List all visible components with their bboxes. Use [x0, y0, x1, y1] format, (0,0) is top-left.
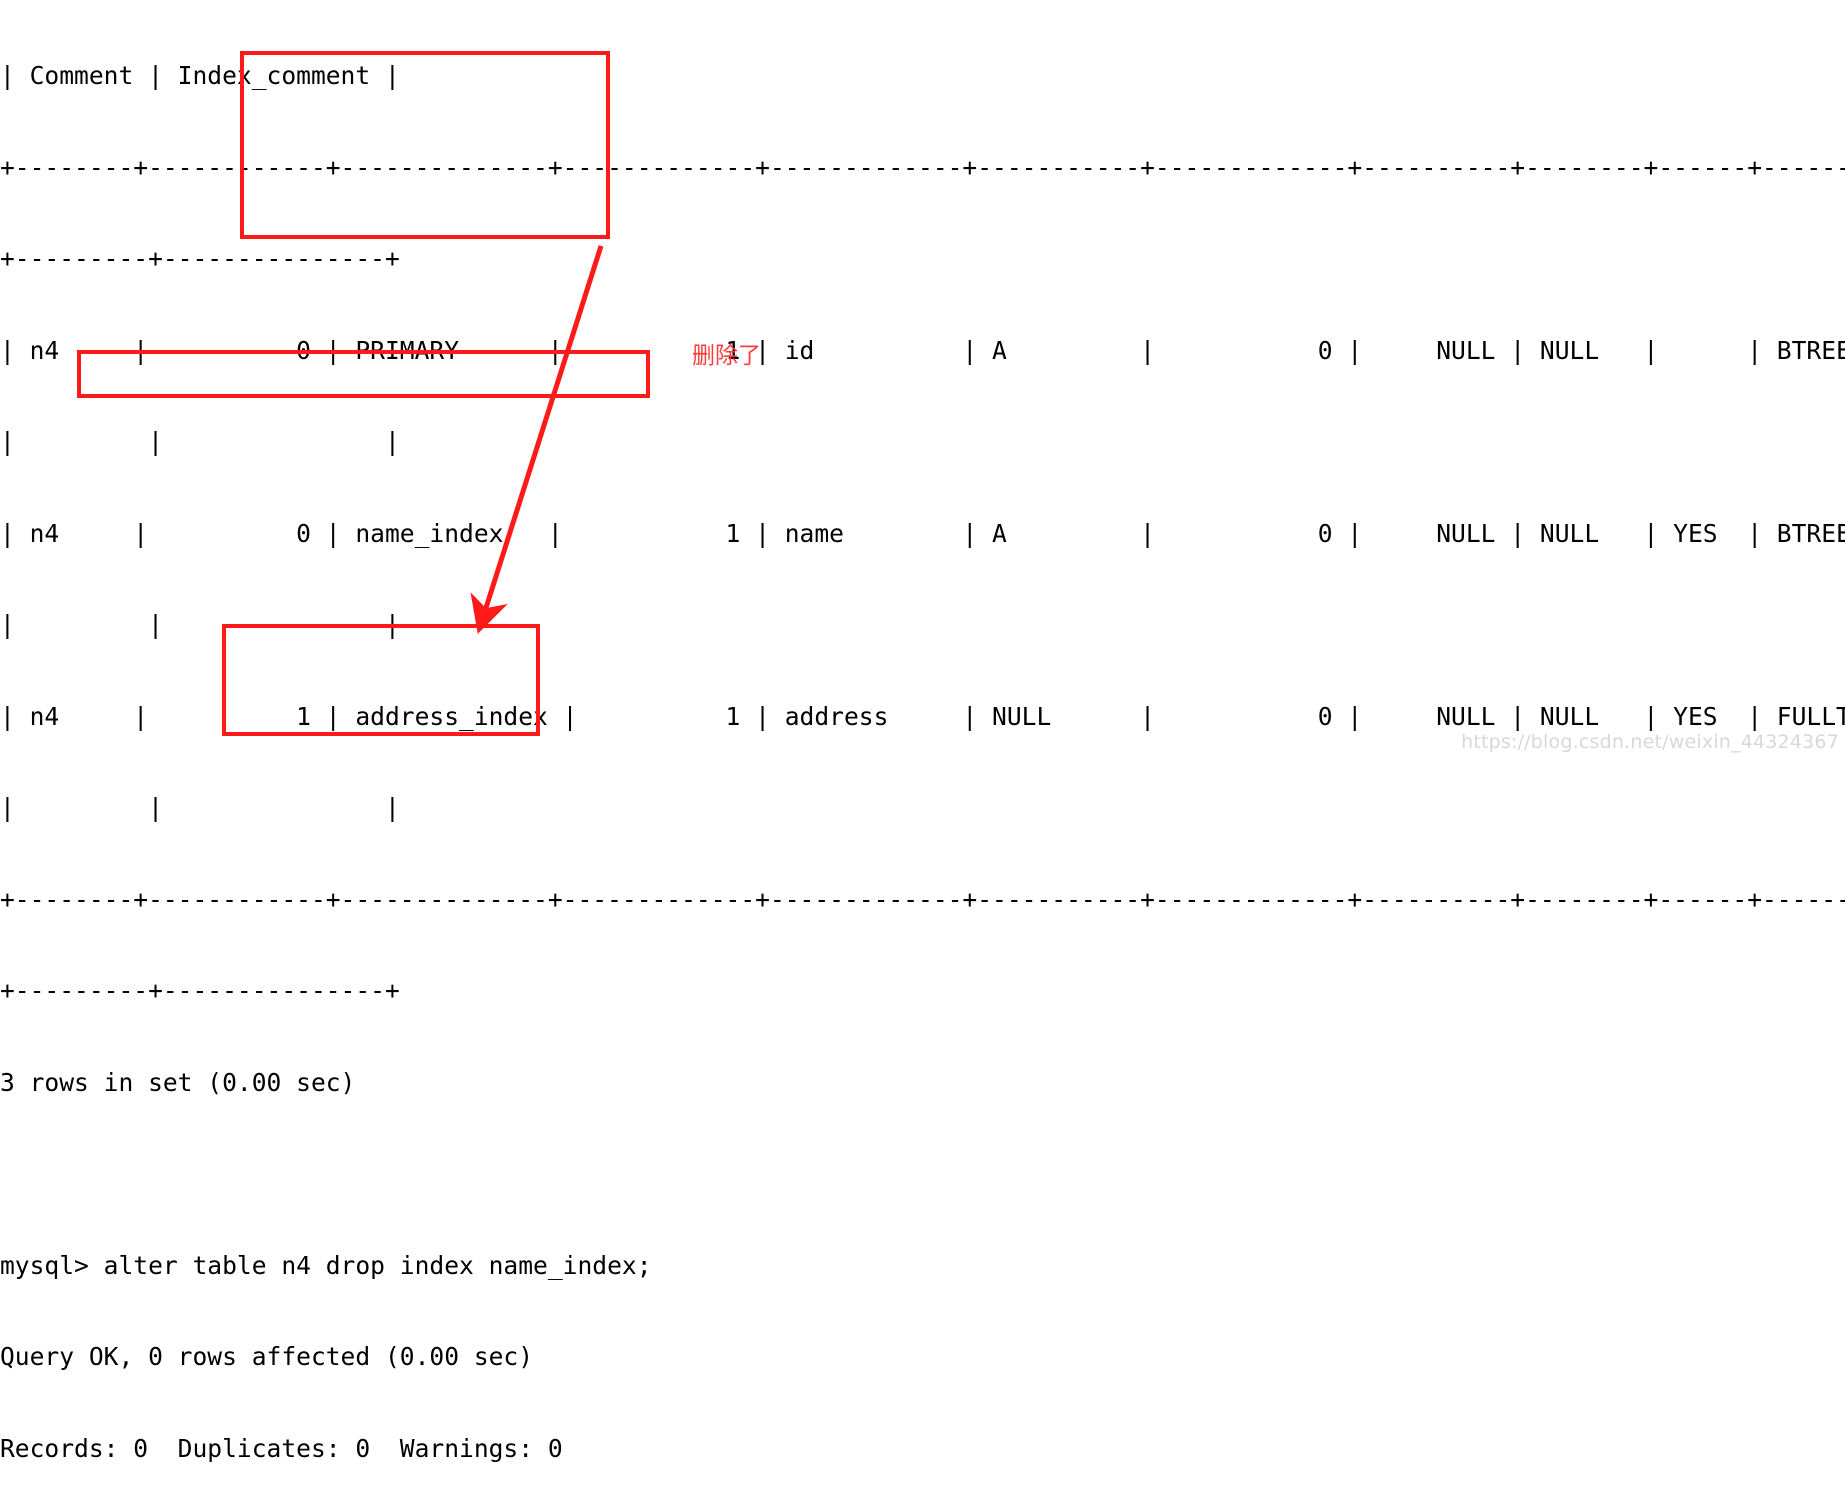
query-status-line: Query OK, 0 rows affected (0.00 sec) — [0, 1342, 534, 1371]
watermark-text: https://blog.csdn.net/weixin_44324367 — [1461, 731, 1839, 753]
terminal-line: | Comment | Index_comment | — [0, 61, 400, 90]
row-count-text: 3 rows in set (0.00 sec) — [0, 1067, 356, 1097]
table-row: | n4 | 0 | PRIMARY | 1 | id | A | 0 | NU… — [0, 335, 1845, 365]
table-row-cont: | | | — [0, 427, 400, 456]
command-line-drop-index[interactable]: mysql> alter table n4 drop index name_in… — [0, 1251, 1845, 1282]
terminal-output: | Comment | Index_comment | +--------+--… — [0, 0, 1845, 1463]
table-row: | n4 | 0 | name_index | 1 | name | A | 0… — [0, 518, 1845, 548]
table-row: | n4 | 1 | address_index | 1 | address |… — [0, 701, 1845, 731]
table-row-cont: | | | — [0, 793, 400, 822]
terminal-line: +--------+------------+--------------+--… — [0, 884, 1845, 914]
terminal-line: +---------+---------------+ — [0, 976, 400, 1005]
terminal-line: +--------+------------+--------------+--… — [0, 152, 1845, 182]
query-counters-line: Records: 0 Duplicates: 0 Warnings: 0 — [0, 1433, 563, 1463]
table-row-cont: | | | — [0, 610, 400, 639]
terminal-line: +---------+---------------+ — [0, 244, 400, 273]
